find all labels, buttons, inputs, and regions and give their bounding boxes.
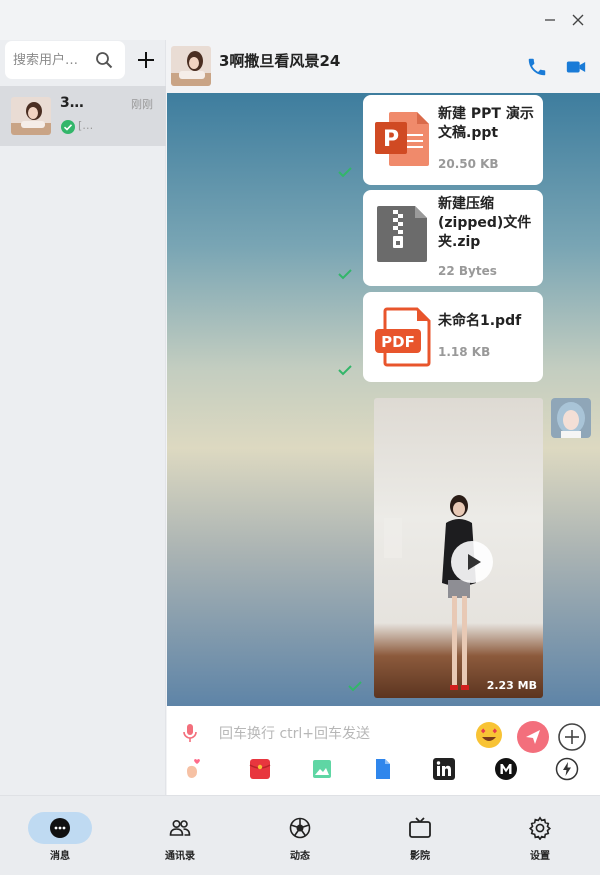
title-bar <box>0 0 600 40</box>
minimize-icon[interactable] <box>540 10 560 30</box>
sidebar: 3… 刚刚 [… <box>0 40 166 795</box>
nav-label: 通讯录 <box>165 851 195 862</box>
search-box <box>5 41 125 79</box>
svg-text:P: P <box>383 127 399 152</box>
file-message-ppt[interactable]: P 新建 PPT 演示文稿.ppt 20.50 KB <box>363 95 543 185</box>
file-size: 22 Bytes <box>438 264 497 278</box>
delivered-check-icon <box>338 269 352 280</box>
avatar[interactable] <box>171 46 211 86</box>
close-icon[interactable] <box>568 10 588 30</box>
file-icon[interactable] <box>371 757 395 781</box>
chat-bubble-icon <box>50 818 70 838</box>
tv-icon <box>409 817 431 838</box>
file-name: 未命名1.pdf <box>438 313 522 329</box>
linkedin-icon[interactable] <box>432 757 456 781</box>
conversation-name: 3… <box>60 95 84 111</box>
nav-label: 消息 <box>50 851 70 862</box>
composer <box>167 706 600 795</box>
conversation-item[interactable]: 3… 刚刚 [… <box>0 86 166 146</box>
delivered-check-icon <box>348 681 362 692</box>
emoji-icon[interactable] <box>475 721 503 749</box>
message-input[interactable] <box>219 722 469 746</box>
play-icon <box>468 554 481 570</box>
add-icon[interactable] <box>136 50 156 70</box>
delivered-check-icon <box>338 167 352 178</box>
chat-messages: P 新建 PPT 演示文稿.ppt 20.50 KB 新建压缩(zipped)文… <box>167 93 600 706</box>
nav-label: 影院 <box>410 851 430 862</box>
bottom-nav: 消息 通讯录 动态 影院 设置 <box>0 795 600 875</box>
pdf-file-icon: PDF <box>375 307 431 367</box>
microphone-icon[interactable] <box>181 723 199 743</box>
conversation-time: 刚刚 <box>131 98 153 111</box>
video-size: 2.23 MB <box>486 679 537 692</box>
m-icon[interactable] <box>494 757 518 781</box>
send-button[interactable] <box>517 721 549 753</box>
file-name: 新建 PPT 演示文稿.ppt <box>438 106 534 141</box>
chat-header: 3啊撒旦看风景24 <box>167 40 600 93</box>
lightning-icon[interactable] <box>555 757 579 781</box>
hand-heart-icon[interactable] <box>181 757 205 781</box>
red-envelope-icon[interactable] <box>248 757 272 781</box>
file-size: 1.18 KB <box>438 345 491 359</box>
image-icon[interactable] <box>310 757 334 781</box>
svg-text:PDF: PDF <box>381 333 415 351</box>
file-size: 20.50 KB <box>438 157 499 171</box>
search-input[interactable] <box>13 49 95 71</box>
ppt-file-icon: P <box>375 112 429 166</box>
conversation-preview: [… <box>78 119 94 132</box>
gear-icon <box>528 816 552 840</box>
zip-file-icon <box>377 206 427 262</box>
phone-icon[interactable] <box>526 56 548 78</box>
avatar <box>11 97 51 135</box>
contacts-icon <box>169 820 191 836</box>
chat-title: 3啊撒旦看风景24 <box>219 52 341 70</box>
avatar[interactable] <box>551 398 591 438</box>
nav-cinema[interactable]: 影院 <box>380 810 460 864</box>
nav-label: 设置 <box>530 851 550 862</box>
video-call-icon[interactable] <box>565 56 587 78</box>
nav-contacts[interactable]: 通讯录 <box>140 810 220 864</box>
file-name: 新建压缩(zipped)文件夹.zip <box>438 196 532 250</box>
more-options-icon[interactable] <box>557 722 587 752</box>
delivered-check-icon <box>338 365 352 376</box>
nav-messages[interactable]: 消息 <box>20 810 100 864</box>
nav-settings[interactable]: 设置 <box>500 810 580 864</box>
nav-label: 动态 <box>290 851 310 862</box>
delivered-check-icon <box>61 120 75 134</box>
play-button[interactable] <box>451 541 493 583</box>
file-message-zip[interactable]: 新建压缩(zipped)文件夹.zip 22 Bytes <box>363 190 543 286</box>
search-icon[interactable] <box>95 51 113 69</box>
video-message[interactable]: 2.23 MB <box>374 398 543 698</box>
send-icon <box>526 730 540 744</box>
file-message-pdf[interactable]: PDF 未命名1.pdf 1.18 KB <box>363 292 543 382</box>
moments-icon <box>289 817 311 839</box>
nav-moments[interactable]: 动态 <box>260 810 340 864</box>
